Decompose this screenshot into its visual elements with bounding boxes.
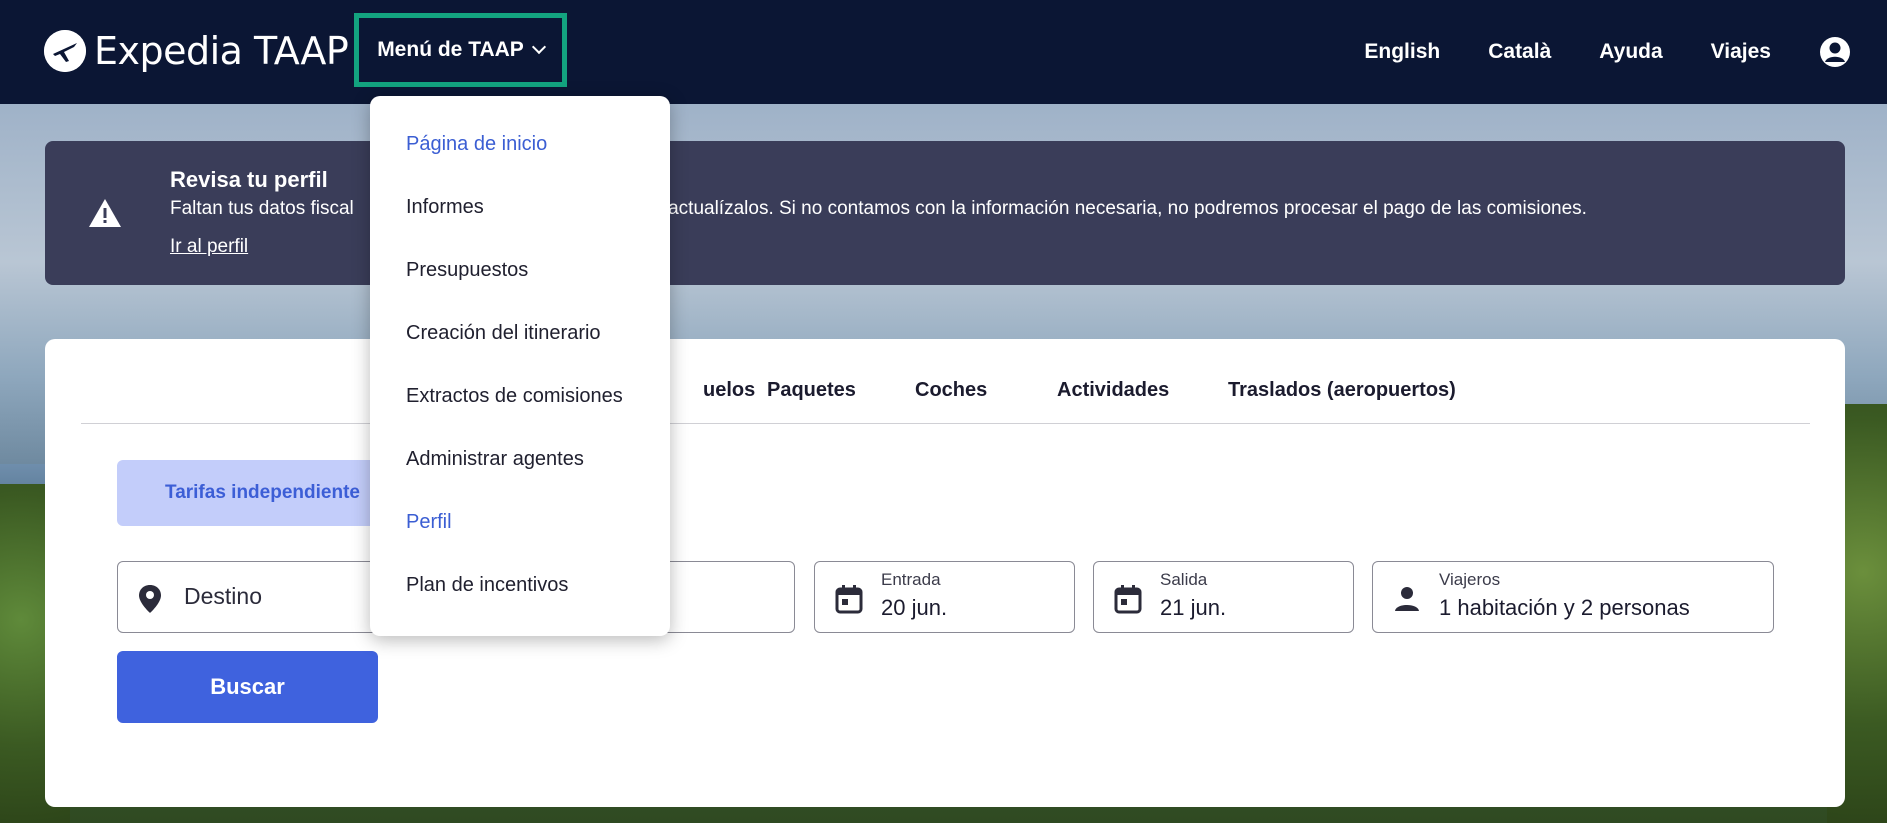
calendar-icon xyxy=(1114,585,1142,614)
go-to-profile-link[interactable]: Ir al perfil xyxy=(170,236,248,258)
travelers-field[interactable]: Viajeros 1 habitación y 2 personas xyxy=(1372,561,1774,633)
top-header: Expedia TAAP Menú de TAAP English Català… xyxy=(0,0,1887,104)
account-icon[interactable] xyxy=(1819,36,1851,68)
warning-icon xyxy=(89,199,121,227)
tab-paquetes[interactable]: Paquetes xyxy=(767,379,856,402)
nav-english[interactable]: English xyxy=(1364,40,1440,64)
nav-ayuda[interactable]: Ayuda xyxy=(1599,40,1662,64)
search-card: uelos Paquetes Coches Actividades Trasla… xyxy=(45,339,1845,807)
tab-actividades[interactable]: Actividades xyxy=(1057,379,1169,402)
checkin-label: Entrada xyxy=(881,570,941,589)
menu-item-manage-agents[interactable]: Administrar agentes xyxy=(406,448,584,471)
taap-menu-button[interactable]: Menú de TAAP xyxy=(354,13,567,87)
product-tabs: uelos Paquetes Coches Actividades Trasla… xyxy=(81,379,1810,424)
checkout-label: Salida xyxy=(1160,570,1208,589)
travelers-value: 1 habitación y 2 personas xyxy=(1439,595,1690,620)
expedia-taap-logo[interactable]: Expedia TAAP xyxy=(44,28,349,74)
alert-title: Revisa tu perfil xyxy=(170,167,328,192)
alert-message-left: Faltan tus datos fiscal xyxy=(170,198,354,219)
menu-item-profile[interactable]: Perfil xyxy=(406,511,452,534)
profile-alert-banner: Revisa tu perfil Faltan tus datos fiscal… xyxy=(45,141,1845,285)
nav-viajes[interactable]: Viajes xyxy=(1711,40,1771,64)
person-icon xyxy=(1395,587,1419,611)
menu-item-itinerary-builder[interactable]: Creación del itinerario xyxy=(406,322,601,345)
tab-vuelos[interactable]: uelos xyxy=(703,379,755,402)
menu-item-quotes[interactable]: Presupuestos xyxy=(406,259,528,282)
tab-traslados[interactable]: Traslados (aeropuertos) xyxy=(1228,379,1456,402)
location-pin-icon xyxy=(139,585,161,613)
menu-item-commission-statements[interactable]: Extractos de comisiones xyxy=(406,385,623,408)
checkout-value: 21 jun. xyxy=(1160,595,1227,620)
travelers-label: Viajeros xyxy=(1439,570,1501,589)
destination-placeholder: Destino xyxy=(184,583,262,609)
nav-catala[interactable]: Català xyxy=(1488,40,1551,64)
logo-text: Expedia TAAP xyxy=(94,29,349,73)
taap-menu-dropdown: Página de inicio Informes Presupuestos C… xyxy=(370,96,670,636)
checkout-field[interactable]: Salida 21 jun. xyxy=(1093,561,1354,633)
taap-menu-label: Menú de TAAP xyxy=(377,38,524,61)
menu-item-reports[interactable]: Informes xyxy=(406,196,484,219)
menu-item-home[interactable]: Página de inicio xyxy=(406,133,547,156)
search-button[interactable]: Buscar xyxy=(117,651,378,723)
plane-logo-icon xyxy=(44,30,86,72)
checkin-field[interactable]: Entrada 20 jun. xyxy=(814,561,1075,633)
independent-rates-pill[interactable]: Tarifas independiente xyxy=(117,460,377,526)
calendar-icon xyxy=(835,585,863,614)
tab-coches[interactable]: Coches xyxy=(915,379,987,402)
menu-item-incentive-plan[interactable]: Plan de incentivos xyxy=(406,574,568,597)
header-nav: English Català Ayuda Viajes xyxy=(1364,0,1887,104)
chevron-down-icon xyxy=(531,39,546,55)
checkin-value: 20 jun. xyxy=(881,595,948,620)
alert-message-right: fil y actualízalos. Si no contamos con l… xyxy=(634,198,1587,219)
